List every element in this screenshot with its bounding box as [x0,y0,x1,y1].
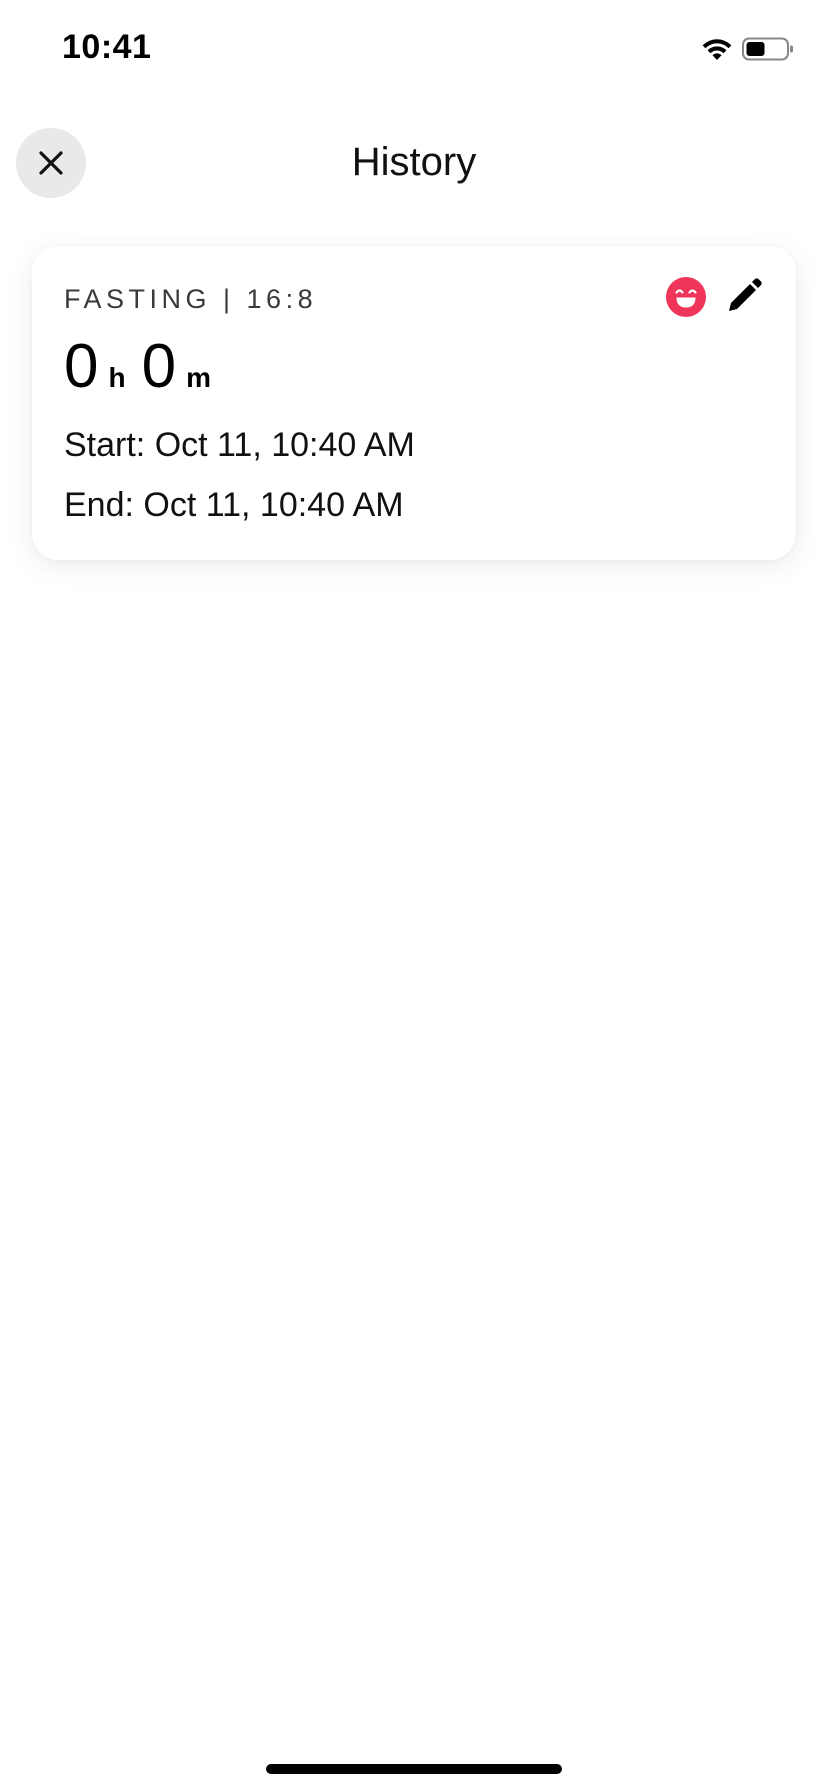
battery-icon [742,37,793,61]
status-bar: 10:41 [0,0,828,100]
home-indicator[interactable] [266,1764,562,1774]
start-time: Start: Oct 11, 10:40 AM [64,426,415,464]
duration-minutes: 0 [141,332,177,401]
fasting-plan-label: FASTING | 16:8 [64,284,318,314]
grinning-face-icon [666,277,706,317]
wifi-icon [702,39,732,60]
end-time: End: Oct 11, 10:40 AM [64,486,404,524]
duration-hours: 0 [64,332,99,401]
history-entry-card[interactable]: FASTING | 16:8 0 h 0 m Start: Oct 11, 10… [32,246,796,560]
duration-minutes-unit: m [186,362,211,393]
duration-hours-unit: h [108,362,126,393]
fast-duration: 0 h 0 m [64,336,211,398]
status-time: 10:41 [62,28,152,66]
edit-pencil-icon[interactable] [724,276,764,316]
page-title: History [351,140,477,184]
